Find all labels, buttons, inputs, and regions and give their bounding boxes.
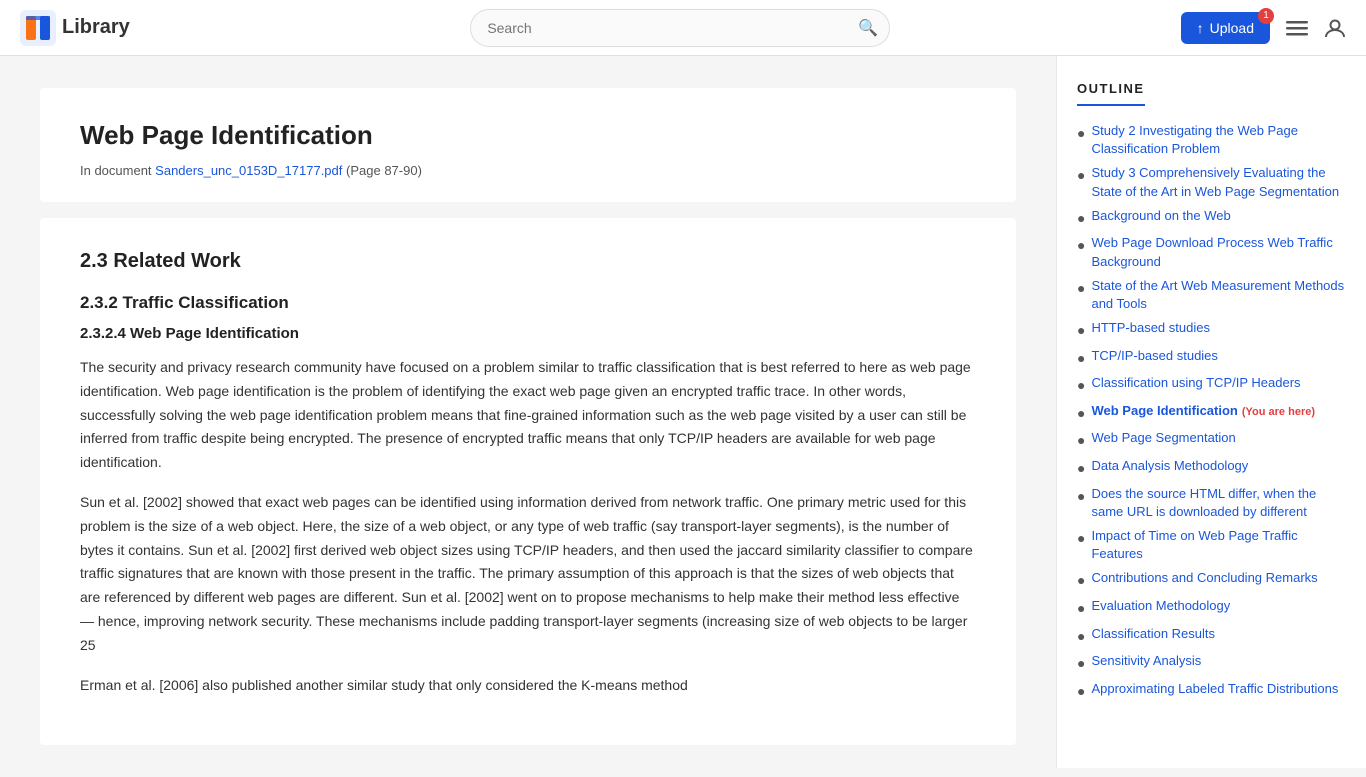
outline-item-sensitivity: ● Sensitivity Analysis [1077, 652, 1346, 674]
page-layout: Web Page Identification In document Sand… [0, 56, 1366, 777]
bullet-icon: ● [1077, 571, 1085, 591]
outline-link-dataanalysis[interactable]: Data Analysis Methodology [1091, 457, 1248, 475]
bullet-icon: ● [1077, 599, 1085, 619]
outline-item-classresults: ● Classification Results [1077, 625, 1346, 647]
outline-link-background[interactable]: Background on the Web [1091, 207, 1230, 225]
upload-arrow-icon: ↑ [1197, 20, 1204, 36]
outline-item-study2: ● Study 2 Investigating the Web Page Clas… [1077, 122, 1346, 158]
outline-item-impacttime: ● Impact of Time on Web Page Traffic Feat… [1077, 527, 1346, 563]
you-are-here-badge: (You are here) [1242, 406, 1315, 418]
bullet-icon: ● [1077, 236, 1085, 256]
outline-link-study2[interactable]: Study 2 Investigating the Web Page Class… [1091, 122, 1346, 158]
outline-link-http[interactable]: HTTP-based studies [1091, 319, 1210, 337]
bullet-icon: ● [1077, 627, 1085, 647]
outline-item-segmentation: ● Web Page Segmentation [1077, 429, 1346, 451]
logo-area: Library [20, 10, 180, 46]
outline-link-webpageid[interactable]: Web Page Identification(You are here) [1091, 402, 1315, 420]
search-area: 🔍 [180, 9, 1181, 47]
outline-link-sensitivity[interactable]: Sensitivity Analysis [1091, 652, 1201, 670]
menu-button[interactable] [1286, 17, 1308, 39]
section-2-3-2-4-heading: 2.3.2.4 Web Page Identification [80, 325, 976, 342]
body-paragraph-3: Erman et al. [2006] also published anoth… [80, 674, 976, 698]
outline-title: OUTLINE [1077, 81, 1145, 106]
outline-item-contributions: ● Contributions and Concluding Remarks [1077, 569, 1346, 591]
logo-icon [20, 10, 56, 46]
outline-list: ● Study 2 Investigating the Web Page Clas… [1077, 122, 1346, 701]
main-content: Web Page Identification In document Sand… [0, 56, 1056, 777]
outline-link-segmentation[interactable]: Web Page Segmentation [1091, 429, 1235, 447]
outline-item-evalmeth: ● Evaluation Methodology [1077, 597, 1346, 619]
outline-link-classresults[interactable]: Classification Results [1091, 625, 1215, 643]
outline-item-tcpip: ● TCP/IP-based studies [1077, 347, 1346, 369]
outline-link-download[interactable]: Web Page Download Process Web Traffic Ba… [1091, 234, 1346, 270]
bullet-icon: ● [1077, 376, 1085, 396]
outline-item-download: ● Web Page Download Process Web Traffic B… [1077, 234, 1346, 270]
logo-text: Library [62, 16, 130, 39]
bullet-icon: ● [1077, 166, 1085, 186]
outline-sidebar: OUTLINE ● Study 2 Investigating the Web P… [1056, 56, 1366, 768]
bullet-icon: ● [1077, 487, 1085, 507]
section-2-3-heading: 2.3 Related Work [80, 250, 976, 273]
outline-link-sourcediff[interactable]: Does the source HTML differ, when the sa… [1091, 485, 1346, 521]
body-paragraph-2: Sun et al. [2002] showed that exact web … [80, 491, 976, 658]
outline-item-study3: ● Study 3 Comprehensively Evaluating the … [1077, 164, 1346, 200]
bullet-icon: ● [1077, 209, 1085, 229]
outline-link-evalmeth[interactable]: Evaluation Methodology [1091, 597, 1230, 615]
outline-link-tcpip[interactable]: TCP/IP-based studies [1091, 347, 1217, 365]
bullet-icon: ● [1077, 459, 1085, 479]
outline-item-sourcediff: ● Does the source HTML differ, when the s… [1077, 485, 1346, 521]
hamburger-icon [1286, 17, 1308, 39]
doc-body-section: 2.3 Related Work 2.3.2 Traffic Classific… [40, 218, 1016, 745]
search-icon: 🔍 [858, 18, 878, 38]
bullet-icon: ● [1077, 321, 1085, 341]
outline-item-webpageid: ● Web Page Identification(You are here) [1077, 402, 1346, 424]
search-wrapper: 🔍 [470, 9, 890, 47]
header: Library 🔍 ↑ Upload 1 [0, 0, 1366, 56]
outline-link-contributions[interactable]: Contributions and Concluding Remarks [1091, 569, 1317, 587]
header-right: ↑ Upload 1 [1181, 12, 1346, 44]
outline-item-stateart: ● State of the Art Web Measurement Method… [1077, 277, 1346, 313]
outline-item-dataanalysis: ● Data Analysis Methodology [1077, 457, 1346, 479]
bullet-icon: ● [1077, 431, 1085, 451]
upload-label: Upload [1210, 20, 1254, 36]
bullet-icon: ● [1077, 279, 1085, 299]
bullet-icon: ● [1077, 682, 1085, 702]
doc-title-section: Web Page Identification In document Sand… [40, 88, 1016, 202]
doc-meta: In document Sanders_unc_0153D_17177.pdf … [80, 163, 976, 178]
outline-link-study3[interactable]: Study 3 Comprehensively Evaluating the S… [1091, 164, 1346, 200]
outline-link-stateart[interactable]: State of the Art Web Measurement Methods… [1091, 277, 1346, 313]
search-input[interactable] [470, 9, 890, 47]
outline-link-impacttime[interactable]: Impact of Time on Web Page Traffic Featu… [1091, 527, 1346, 563]
bullet-icon: ● [1077, 124, 1085, 144]
outline-item-background: ● Background on the Web [1077, 207, 1346, 229]
outline-item-classification: ● Classification using TCP/IP Headers [1077, 374, 1346, 396]
doc-title: Web Page Identification [80, 120, 976, 151]
user-icon [1324, 17, 1346, 39]
doc-file-link[interactable]: Sanders_unc_0153D_17177.pdf [155, 163, 342, 178]
body-paragraph-1: The security and privacy research commun… [80, 356, 976, 475]
bullet-icon: ● [1077, 404, 1085, 424]
outline-link-approxlabeled[interactable]: Approximating Labeled Traffic Distributi… [1091, 680, 1338, 698]
user-button[interactable] [1324, 17, 1346, 39]
meta-prefix: In document [80, 163, 152, 178]
outline-link-classification[interactable]: Classification using TCP/IP Headers [1091, 374, 1300, 392]
bullet-icon: ● [1077, 529, 1085, 549]
bullet-icon: ● [1077, 654, 1085, 674]
outline-item-approxlabeled: ● Approximating Labeled Traffic Distribut… [1077, 680, 1346, 702]
section-2-3-2-heading: 2.3.2 Traffic Classification [80, 293, 976, 313]
upload-button[interactable]: ↑ Upload 1 [1181, 12, 1270, 44]
outline-item-http: ● HTTP-based studies [1077, 319, 1346, 341]
bullet-icon: ● [1077, 349, 1085, 369]
notification-badge: 1 [1258, 8, 1274, 24]
doc-pages: (Page 87-90) [346, 163, 422, 178]
